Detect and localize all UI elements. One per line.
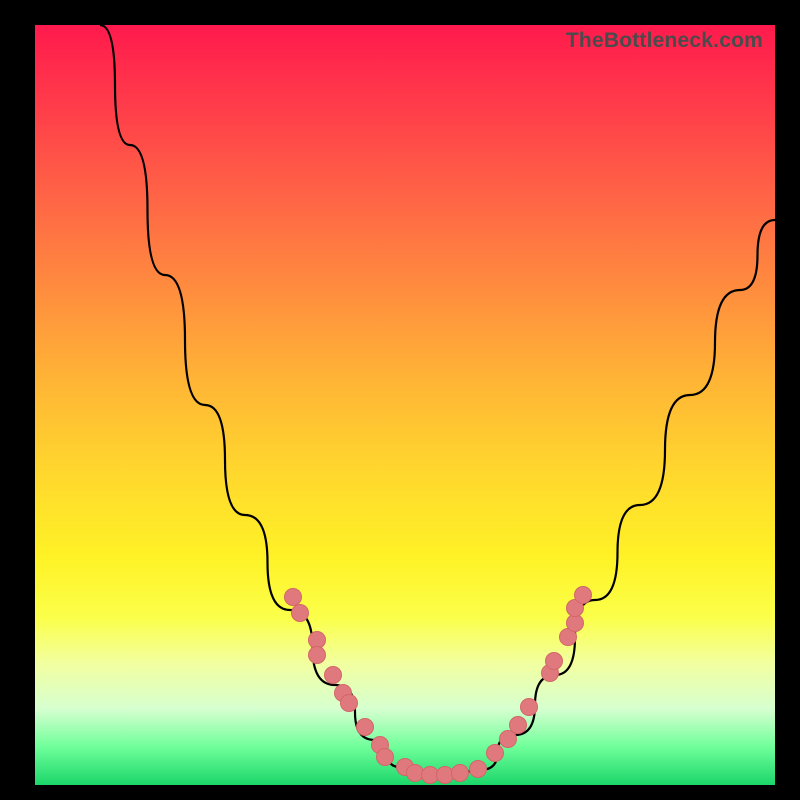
watermark-text: TheBottleneck.com bbox=[566, 29, 763, 53]
data-marker bbox=[376, 748, 394, 766]
data-marker bbox=[574, 586, 592, 604]
bottleneck-curve bbox=[35, 25, 775, 785]
curve-right-path bbox=[480, 220, 775, 770]
data-marker bbox=[356, 718, 374, 736]
data-marker bbox=[469, 760, 487, 778]
curve-left-path bbox=[100, 25, 400, 767]
chart-plot-area: TheBottleneck.com bbox=[35, 25, 775, 785]
data-marker bbox=[545, 652, 563, 670]
data-marker bbox=[308, 646, 326, 664]
data-marker bbox=[291, 604, 309, 622]
data-marker bbox=[509, 716, 527, 734]
chart-outer-frame: TheBottleneck.com bbox=[0, 0, 800, 800]
data-marker bbox=[520, 698, 538, 716]
data-marker bbox=[486, 744, 504, 762]
data-marker bbox=[324, 666, 342, 684]
data-marker bbox=[451, 764, 469, 782]
data-marker bbox=[340, 694, 358, 712]
